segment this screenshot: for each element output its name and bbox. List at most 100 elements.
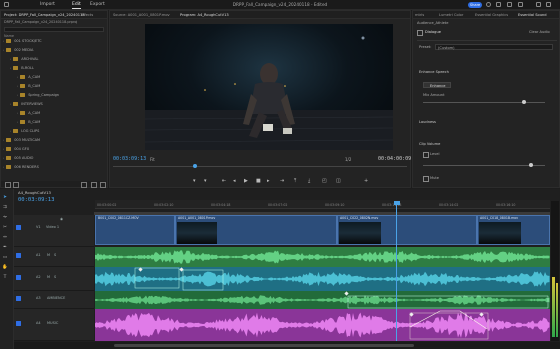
list-item[interactable]: › B-ROLL: [10, 66, 34, 74]
chevron-right-icon[interactable]: ›: [3, 156, 4, 160]
mute-checkbox[interactable]: [423, 176, 429, 182]
extract-icon[interactable]: ⤓: [308, 178, 310, 184]
level-thumb[interactable]: [529, 163, 533, 167]
list-item[interactable]: › LOG CLIPS: [10, 129, 39, 137]
list-item[interactable]: › 002 MEDIA: [3, 48, 33, 56]
video-clip-2[interactable]: A001_A001_0801P.mov: [175, 215, 337, 245]
chevron-right-icon[interactable]: ›: [10, 57, 11, 61]
list-item[interactable]: › Spring_Campaign: [17, 93, 59, 101]
tab-mtrls[interactable]: mtrls: [415, 13, 424, 17]
source-patch-a3[interactable]: [16, 296, 21, 301]
video-clip-1[interactable]: B001_C002_0811CZ.MOV: [95, 215, 175, 245]
new-item-icon[interactable]: [91, 182, 97, 188]
tab-program-monitor[interactable]: Program: A4_RoughCutV13: [180, 13, 229, 17]
timeline-playhead[interactable]: [396, 201, 397, 341]
chevron-right-icon[interactable]: ›: [3, 147, 4, 151]
source-patch-v1[interactable]: [16, 225, 21, 230]
step-back-icon[interactable]: ◂: [233, 178, 236, 184]
tab-lumetri-color[interactable]: Lumetri Color: [439, 13, 463, 17]
program-video-frame[interactable]: [145, 24, 393, 150]
list-item[interactable]: › 005 AUDIO: [3, 156, 33, 164]
lift-icon[interactable]: ⤒: [294, 178, 296, 184]
minimize-icon[interactable]: [536, 2, 541, 7]
video-clip-4[interactable]: A001_C018_0801B.mov: [477, 215, 550, 245]
playhead-handle[interactable]: [393, 201, 400, 205]
new-bin-icon[interactable]: [81, 182, 87, 188]
chevron-right-icon[interactable]: ›: [3, 138, 4, 142]
solo-icon-a1[interactable]: S: [54, 253, 56, 257]
sequence-tab[interactable]: A4_RoughCutV13: [18, 190, 51, 195]
play-icon[interactable]: ▶: [244, 178, 248, 184]
chevron-right-icon[interactable]: ›: [10, 66, 11, 70]
scroll-thumb[interactable]: [114, 344, 414, 347]
pen-icon[interactable]: ✒: [2, 245, 8, 251]
notification-icon[interactable]: [507, 2, 512, 7]
tab-project[interactable]: Project: DRPP_Fall_Campaign_v24_20240118: [4, 13, 85, 17]
list-item[interactable]: › B_CAM: [17, 84, 40, 92]
playhead-indicator[interactable]: [193, 164, 197, 168]
hand-icon[interactable]: ✋: [2, 265, 8, 271]
fit-dropdown[interactable]: Fit: [150, 157, 155, 162]
list-item[interactable]: › INTERVIEWS: [10, 102, 43, 110]
chevron-right-icon[interactable]: ›: [10, 102, 11, 106]
program-scrubber[interactable]: [113, 166, 407, 167]
workspaces-icon[interactable]: [496, 2, 501, 7]
comparison-view-icon[interactable]: ◫: [336, 178, 341, 184]
chevron-right-icon[interactable]: ›: [10, 129, 11, 133]
type-icon[interactable]: T: [2, 275, 8, 281]
list-item[interactable]: › 004 GFX: [3, 147, 29, 155]
program-timecode[interactable]: 00:03:09:13: [113, 156, 146, 162]
search-input[interactable]: [4, 27, 104, 32]
fullscreen-icon[interactable]: [518, 2, 523, 7]
mix-amount-thumb[interactable]: [522, 100, 526, 104]
export-frame-icon[interactable]: ◰: [322, 178, 327, 184]
chevron-right-icon[interactable]: ›: [17, 84, 18, 88]
audio-clip-a3[interactable]: [95, 291, 550, 309]
column-header-name[interactable]: Name: [4, 34, 14, 38]
list-item[interactable]: › 001 STOCK/ETC: [3, 39, 42, 47]
level-slider[interactable]: [423, 165, 545, 166]
chevron-right-icon[interactable]: ›: [3, 165, 4, 169]
mix-amount-slider[interactable]: [423, 102, 545, 103]
list-item[interactable]: › 006 RENDERS: [3, 165, 39, 173]
source-patch-a1[interactable]: [16, 253, 21, 258]
chevron-right-icon[interactable]: ›: [17, 93, 18, 97]
rectangle-icon[interactable]: ▭: [2, 255, 8, 261]
go-to-in-icon[interactable]: ⇤: [222, 178, 226, 184]
chevron-right-icon[interactable]: ›: [3, 48, 4, 52]
preset-dropdown[interactable]: (Custom): [435, 44, 553, 50]
mute-icon-a1[interactable]: M: [47, 253, 50, 257]
chevron-right-icon[interactable]: ›: [3, 39, 4, 43]
list-item[interactable]: › ARCHIVAL: [10, 57, 38, 65]
list-item[interactable]: › 003 MULTICAM: [3, 138, 40, 146]
source-patch-a4[interactable]: [16, 321, 21, 326]
chevron-right-icon[interactable]: ›: [17, 120, 18, 124]
video-clip-3[interactable]: A001_C022_0802N.mov: [337, 215, 477, 245]
share-button[interactable]: Share: [468, 1, 482, 8]
enhance-button[interactable]: Enhance: [423, 82, 451, 88]
button-editor-icon[interactable]: +: [364, 178, 368, 184]
track-select-icon[interactable]: ⇉: [2, 205, 8, 211]
source-patch-a2[interactable]: [16, 275, 21, 280]
chevron-right-icon[interactable]: ›: [17, 111, 18, 115]
audio-clip-a2[interactable]: [95, 267, 550, 291]
icon-view-icon[interactable]: [13, 182, 19, 188]
solo-icon-a2[interactable]: S: [54, 275, 56, 279]
go-to-out-icon[interactable]: ⇥: [280, 178, 284, 184]
tab-essential-graphics[interactable]: Essential Graphics: [475, 13, 508, 17]
level-checkbox[interactable]: [423, 152, 429, 158]
tab-effects[interactable]: Effects: [81, 13, 93, 17]
timeline-scrollbar[interactable]: [14, 342, 560, 349]
ripple-edit-icon[interactable]: ⟛: [2, 215, 8, 221]
timeline-timecode[interactable]: 00:03:09:13: [18, 197, 54, 203]
clear-audio-link[interactable]: Clear Audio: [529, 30, 550, 34]
eye-icon[interactable]: ◉: [60, 217, 63, 221]
mark-in-icon[interactable]: ▾: [193, 178, 196, 184]
tab-essential-sound[interactable]: Essential Sound: [518, 13, 547, 17]
mute-icon-a2[interactable]: M: [47, 275, 50, 279]
selection-tool-icon[interactable]: ➤: [2, 195, 8, 201]
list-item[interactable]: › A_CAM: [17, 111, 40, 119]
close-icon[interactable]: [546, 2, 551, 7]
step-forward-icon[interactable]: ▸: [267, 178, 270, 184]
slip-icon[interactable]: ↔: [2, 235, 8, 241]
